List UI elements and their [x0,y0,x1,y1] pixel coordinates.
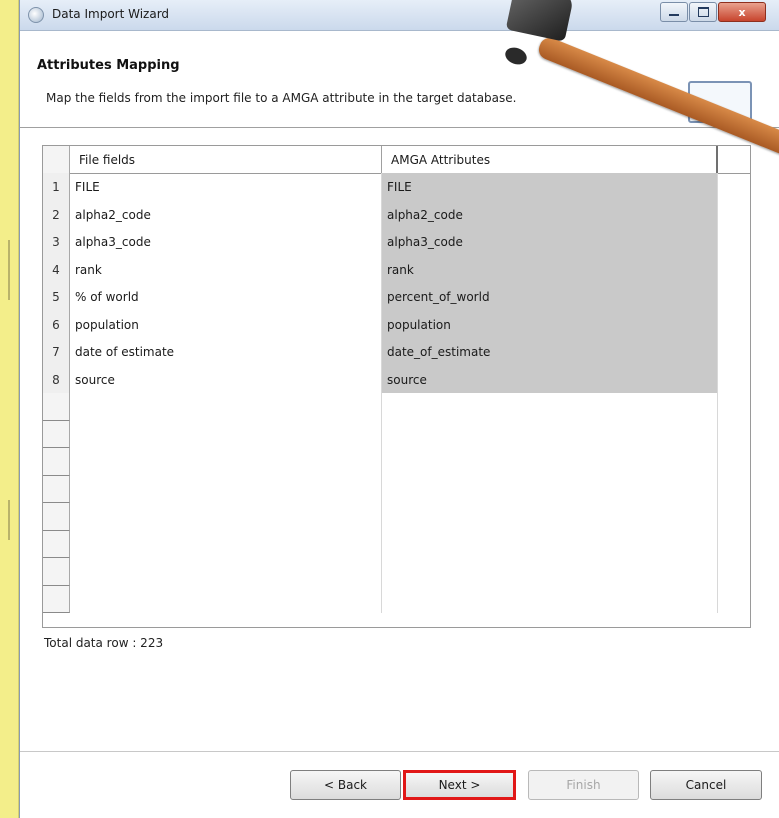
row-index: 4 [43,256,70,283]
page-description: Map the fields from the import file to a… [46,91,517,105]
header-filler [718,146,750,173]
page-title: Attributes Mapping [37,58,180,73]
empty-table-row [43,586,750,613]
close-icon: x [738,5,746,19]
row-index: 5 [43,283,70,311]
column-header-file-fields[interactable]: File fields [70,146,382,173]
file-field-cell[interactable]: population [70,311,382,338]
app-icon [28,7,44,23]
table-row[interactable]: 7 date of estimate date_of_estimate [43,338,750,366]
table-row[interactable]: 5% of world percent_of_world [43,283,750,311]
wizard-window: Data Import Wizard x Attributes Mapping … [19,0,779,818]
mapping-table[interactable]: File fields AMGA Attributes 1 FILE FILE 2 al… [42,145,751,628]
amga-attribute-cell [382,586,718,613]
table-row[interactable]: 2 alpha2_code alpha2_code [43,201,750,228]
amga-attribute-cell[interactable]: FILE [382,173,718,201]
amga-attribute-cell[interactable]: population [382,311,718,338]
empty-table-row [43,476,750,503]
file-field-cell [70,586,382,613]
window-title: Data Import Wizard [52,7,170,21]
total-data-rows: Total data row : 223 [44,636,164,650]
row-index [43,558,70,586]
row-index [43,393,70,421]
table-row[interactable]: 4 rank rank [43,256,750,283]
empty-table-row [43,393,750,421]
row-filler [718,311,750,338]
maximize-icon [697,7,709,17]
file-field-cell[interactable]: FILE [70,173,382,201]
row-filler [718,366,750,393]
empty-table-row [43,448,750,476]
empty-table-row [43,531,750,558]
row-filler [718,228,750,256]
background-strip [0,0,19,818]
table-row[interactable]: 6 population population [43,311,750,338]
file-field-cell[interactable]: rank [70,256,382,283]
amga-attribute-cell [382,531,718,558]
file-field-cell [70,421,382,448]
minimize-button[interactable] [660,2,688,22]
empty-table-row [43,421,750,448]
row-index: 7 [43,338,70,366]
row-index [43,476,70,503]
amga-attribute-cell [382,476,718,503]
row-index: 6 [43,311,70,338]
row-filler [718,283,750,311]
file-field-cell[interactable]: date of estimate [70,338,382,366]
amga-attribute-cell[interactable]: percent_of_world [382,283,718,311]
amga-attribute-cell[interactable]: date_of_estimate [382,338,718,366]
header-index-cell [43,146,70,173]
file-field-cell[interactable]: % of world [70,283,382,311]
minimize-icon [669,14,679,16]
row-index: 2 [43,201,70,228]
wizard-header: Attributes Mapping Map the fields from t… [20,31,779,128]
empty-table-row [43,503,750,531]
cancel-button[interactable]: Cancel [650,770,762,800]
row-index [43,448,70,476]
table-row[interactable]: 3 alpha3_code alpha3_code [43,228,750,256]
amga-attribute-cell [382,421,718,448]
file-field-cell[interactable]: alpha2_code [70,201,382,228]
empty-table-row [43,558,750,586]
row-index: 1 [43,173,70,201]
file-field-cell[interactable]: source [70,366,382,393]
file-field-cell [70,448,382,476]
row-filler [718,201,750,228]
file-field-cell [70,476,382,503]
table-row[interactable]: 1 FILE FILE [43,173,750,201]
row-filler [718,338,750,366]
column-header-amga-attributes[interactable]: AMGA Attributes [382,146,718,173]
amga-attribute-cell[interactable]: alpha3_code [382,228,718,256]
amga-attribute-cell [382,558,718,586]
table-header-row: File fields AMGA Attributes [43,146,750,174]
table-row[interactable]: 8 source source [43,366,750,393]
row-index: 8 [43,366,70,393]
amga-attribute-cell[interactable]: source [382,366,718,393]
row-index [43,421,70,448]
file-field-cell [70,393,382,421]
file-field-cell [70,531,382,558]
file-field-cell [70,503,382,531]
footer-divider [20,751,779,752]
amga-attribute-cell [382,448,718,476]
maximize-button[interactable] [689,2,717,22]
row-filler [718,173,750,201]
amga-attribute-cell[interactable]: alpha2_code [382,201,718,228]
row-filler [718,256,750,283]
amga-attribute-cell [382,393,718,421]
finish-button: Finish [528,770,639,800]
back-button[interactable]: < Back [290,770,401,800]
amga-attribute-cell [382,503,718,531]
row-index [43,531,70,558]
amga-attribute-cell[interactable]: rank [382,256,718,283]
row-index [43,586,70,613]
file-field-cell [70,558,382,586]
row-index [43,503,70,531]
title-bar[interactable]: Data Import Wizard x [20,0,779,31]
close-button[interactable]: x [718,2,766,22]
file-field-cell[interactable]: alpha3_code [70,228,382,256]
next-button[interactable]: Next > [403,770,516,800]
row-index: 3 [43,228,70,256]
